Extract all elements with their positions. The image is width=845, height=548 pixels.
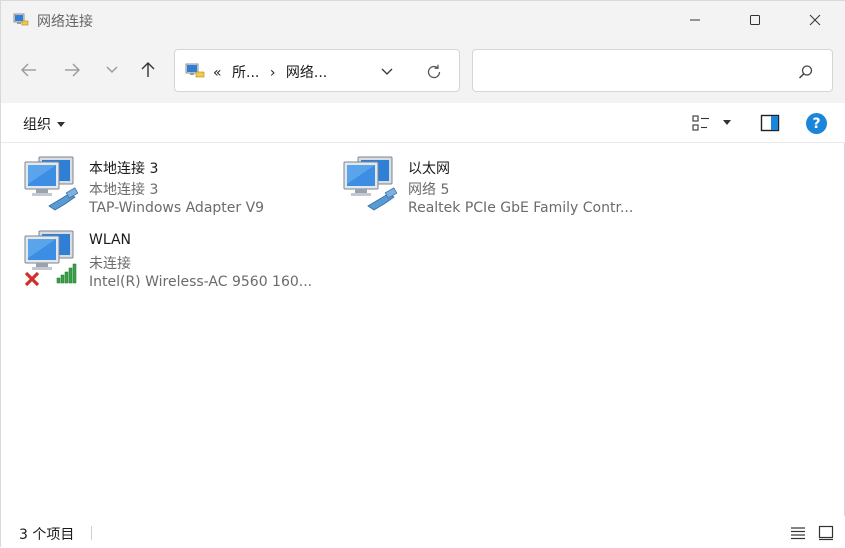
refresh-button[interactable] [423, 61, 445, 83]
command-bar: 组织 ? [1, 103, 845, 143]
connection-device: Realtek PCIe GbE Family Contr... [408, 200, 634, 216]
wireless-network-icon [24, 230, 77, 287]
connection-item-ethernet[interactable]: 以太网 网络 5 Realtek PCIe GbE Family Contr..… [342, 156, 642, 226]
connection-device: Intel(R) Wireless-AC 9560 160... [89, 274, 313, 290]
forward-button[interactable] [57, 55, 87, 85]
disconnected-x-icon [24, 271, 40, 287]
back-button[interactable] [14, 55, 44, 85]
network-folder-icon [185, 63, 205, 78]
chevron-down-icon [381, 68, 393, 75]
arrow-left-icon [21, 63, 36, 77]
network-connections-window: 网络连接 « 所... › 网络... 组织 ? 本地连接 3 本地连接 3 T… [0, 0, 845, 548]
connection-name: WLAN [89, 232, 132, 248]
maximize-icon [750, 15, 760, 25]
organize-label: 组织 [23, 117, 51, 133]
breadcrumb-separator[interactable]: › [270, 65, 276, 81]
large-icons-view-icon[interactable] [818, 525, 834, 541]
arrow-right-icon [65, 63, 80, 77]
window-title: 网络连接 [37, 14, 93, 30]
navigation-bar: « 所... › 网络... [1, 39, 845, 103]
connections-list: 本地连接 3 本地连接 3 TAP-Windows Adapter V9 以太网… [1, 144, 845, 516]
connection-device: TAP-Windows Adapter V9 [89, 200, 265, 216]
address-bar[interactable]: « 所... › 网络... [174, 49, 460, 92]
breadcrumb-item-all-control-panel[interactable]: 所... [232, 65, 259, 81]
details-view-icon[interactable] [790, 525, 806, 541]
wired-network-icon [343, 156, 398, 211]
close-button[interactable] [785, 1, 845, 39]
view-options-icon[interactable] [691, 113, 711, 133]
preview-pane-icon[interactable] [760, 113, 780, 133]
connection-item-wlan[interactable]: WLAN 未连接 Intel(R) Wireless-AC 9560 160..… [23, 230, 323, 300]
view-options-dropdown-icon[interactable] [723, 120, 731, 125]
search-icon[interactable] [797, 63, 815, 81]
up-button[interactable] [133, 55, 163, 85]
search-input[interactable] [483, 60, 783, 82]
breadcrumb-item-network[interactable]: 网络... [286, 65, 327, 81]
maximize-button[interactable] [725, 1, 785, 39]
recent-locations-button[interactable] [97, 55, 127, 85]
connection-name: 本地连接 3 [89, 161, 159, 177]
search-box[interactable] [472, 49, 833, 92]
connection-name: 以太网 [408, 161, 450, 177]
signal-bars-icon [56, 263, 77, 284]
connection-status: 本地连接 3 [89, 182, 159, 198]
wired-network-icon [24, 156, 79, 211]
refresh-icon [427, 64, 441, 79]
connection-item-local-3[interactable]: 本地连接 3 本地连接 3 TAP-Windows Adapter V9 [23, 156, 323, 226]
minimize-icon [690, 19, 700, 21]
breadcrumb: « 所... › 网络... [213, 62, 333, 82]
help-button[interactable]: ? [806, 113, 827, 134]
title-bar[interactable]: 网络连接 [1, 1, 845, 39]
status-divider [91, 526, 92, 540]
address-dropdown-button[interactable] [377, 62, 397, 82]
minimize-button[interactable] [665, 1, 725, 39]
connection-status: 网络 5 [408, 182, 450, 198]
breadcrumb-overflow[interactable]: « [213, 65, 222, 81]
network-folder-icon [13, 13, 29, 26]
item-count: 3 个项目 [19, 527, 75, 543]
organize-menu-button[interactable]: 组织 [23, 114, 65, 134]
caret-down-icon [57, 121, 65, 127]
status-bar: 3 个项目 [1, 516, 845, 548]
chevron-down-icon [106, 66, 118, 73]
close-icon [809, 14, 821, 26]
connection-status: 未连接 [89, 256, 131, 272]
arrow-up-icon [141, 62, 155, 77]
